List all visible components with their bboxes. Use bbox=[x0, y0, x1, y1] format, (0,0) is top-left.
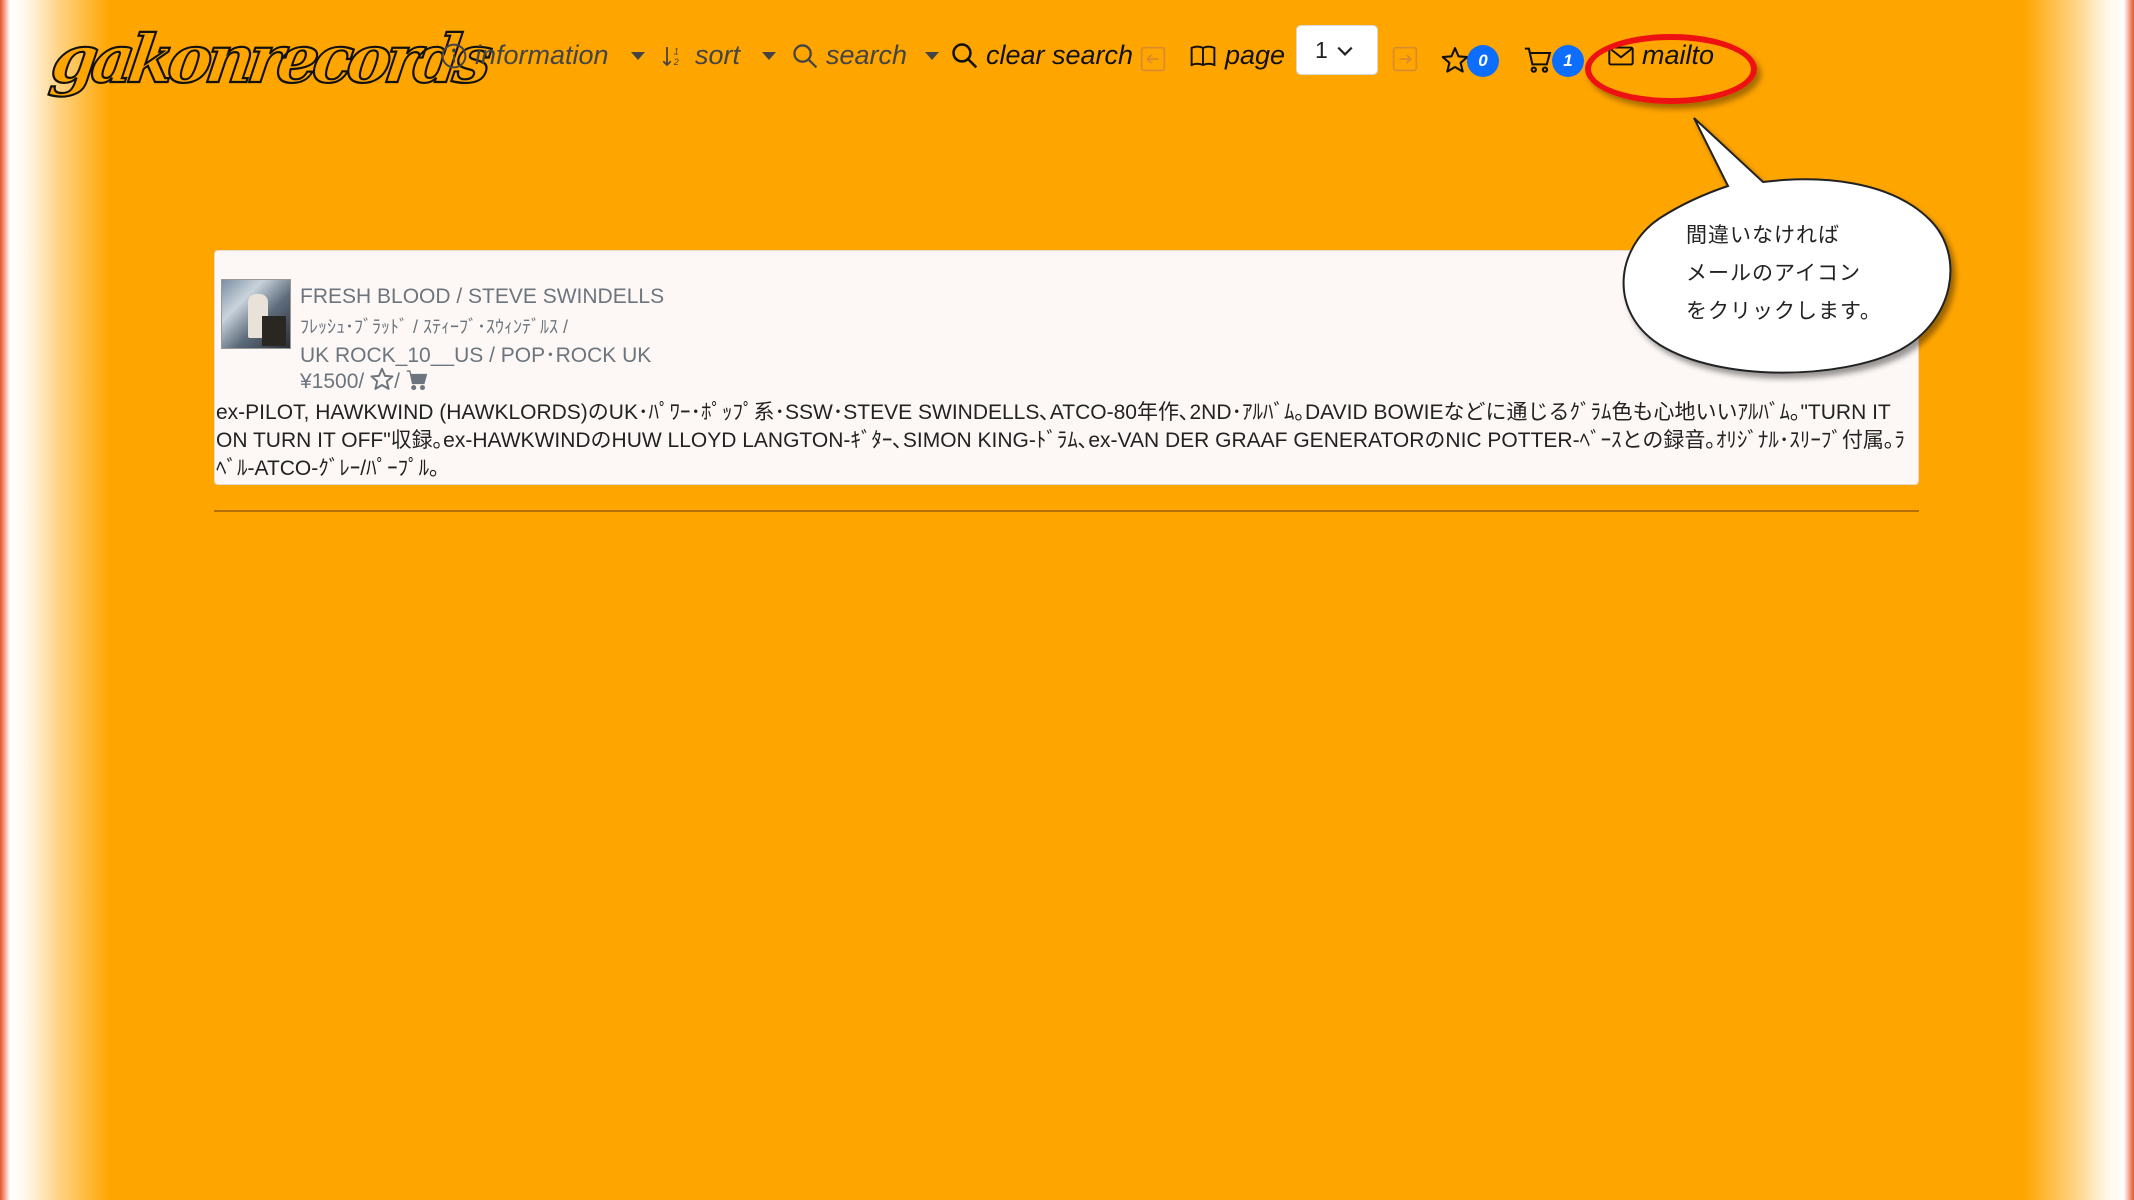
svg-text:1: 1 bbox=[674, 46, 679, 56]
clear-search-button[interactable]: clear search bbox=[951, 40, 1133, 71]
page-number-select[interactable]: 1 bbox=[1296, 25, 1378, 75]
album-cover-thumbnail[interactable] bbox=[221, 279, 291, 349]
nav-information-label: information bbox=[475, 40, 609, 70]
product-card: FRESH BLOOD / STEVE SWINDELLS ﾌﾚｯｼｭ･ﾌﾞﾗｯ… bbox=[214, 250, 1919, 485]
cart-count-badge: 1 bbox=[1552, 45, 1584, 77]
site-logo[interactable]: gakonrecords bbox=[45, 19, 492, 99]
star-icon bbox=[1441, 46, 1469, 74]
nav-information-dropdown[interactable]: information bbox=[441, 40, 645, 71]
book-icon bbox=[1189, 43, 1217, 69]
favorites-button[interactable] bbox=[1441, 46, 1469, 74]
cart-icon[interactable] bbox=[406, 369, 428, 397]
instruction-callout-bubble bbox=[1622, 117, 1952, 374]
divider bbox=[214, 510, 1919, 512]
envelope-icon bbox=[1608, 45, 1634, 67]
product-title[interactable]: FRESH BLOOD / STEVE SWINDELLS bbox=[300, 285, 664, 309]
cart-icon bbox=[1524, 46, 1552, 74]
caret-down-icon bbox=[762, 51, 777, 60]
caret-down-icon bbox=[630, 51, 645, 60]
left-edge-glow bbox=[0, 0, 110, 1200]
callout-text: 間違いなければ メールのアイコン をクリックします。 bbox=[1686, 216, 1882, 330]
product-title-kana: ﾌﾚｯｼｭ･ﾌﾞﾗｯﾄﾞ / ｽﾃｨｰﾌﾞ･ｽｳｨﾝﾃﾞﾙｽ / bbox=[300, 317, 569, 337]
chevron-down-icon bbox=[1328, 37, 1354, 64]
callout-line: 間違いなければ bbox=[1686, 223, 1840, 247]
arrow-left-square-icon bbox=[1140, 46, 1166, 72]
page-label: page bbox=[1189, 40, 1285, 71]
mailto-button[interactable]: mailto bbox=[1608, 40, 1714, 71]
product-description: ex-PILOT, HAWKWIND (HAWKLORDS)のUK･ﾊﾟﾜｰ･ﾎ… bbox=[216, 401, 1905, 480]
star-icon[interactable] bbox=[370, 367, 394, 397]
callout-line: をクリックします。 bbox=[1686, 299, 1882, 323]
page-number-value: 1 bbox=[1315, 36, 1328, 63]
mailto-label: mailto bbox=[1642, 40, 1715, 70]
right-edge-glow bbox=[2024, 0, 2134, 1200]
search-icon bbox=[951, 42, 978, 69]
clear-search-label: clear search bbox=[986, 40, 1134, 70]
svg-text:2: 2 bbox=[673, 57, 679, 67]
caret-down-icon bbox=[925, 51, 940, 60]
search-icon bbox=[792, 43, 818, 69]
next-page-button[interactable] bbox=[1392, 46, 1418, 72]
previous-page-button[interactable] bbox=[1140, 46, 1166, 72]
callout-line: メールのアイコン bbox=[1686, 261, 1861, 285]
sort-icon: 12 bbox=[661, 43, 685, 69]
nav-sort-dropdown[interactable]: 12 sort bbox=[661, 40, 777, 71]
product-price-row: ¥1500/ / bbox=[300, 367, 428, 397]
price-separator: / bbox=[394, 370, 400, 393]
cover-figure-shape bbox=[262, 316, 286, 346]
favorites-count-badge: 0 bbox=[1467, 45, 1499, 77]
info-circle-icon bbox=[441, 43, 467, 69]
product-price: ¥1500/ bbox=[300, 370, 365, 393]
product-category[interactable]: UK ROCK_10__US / POP･ROCK UK bbox=[300, 339, 651, 369]
nav-sort-label: sort bbox=[695, 40, 741, 70]
arrow-right-square-icon bbox=[1392, 46, 1418, 72]
page-label-text: page bbox=[1225, 40, 1286, 70]
nav-search-label: search bbox=[826, 40, 908, 70]
cart-button[interactable] bbox=[1524, 46, 1552, 74]
nav-search-dropdown[interactable]: search bbox=[792, 40, 940, 71]
